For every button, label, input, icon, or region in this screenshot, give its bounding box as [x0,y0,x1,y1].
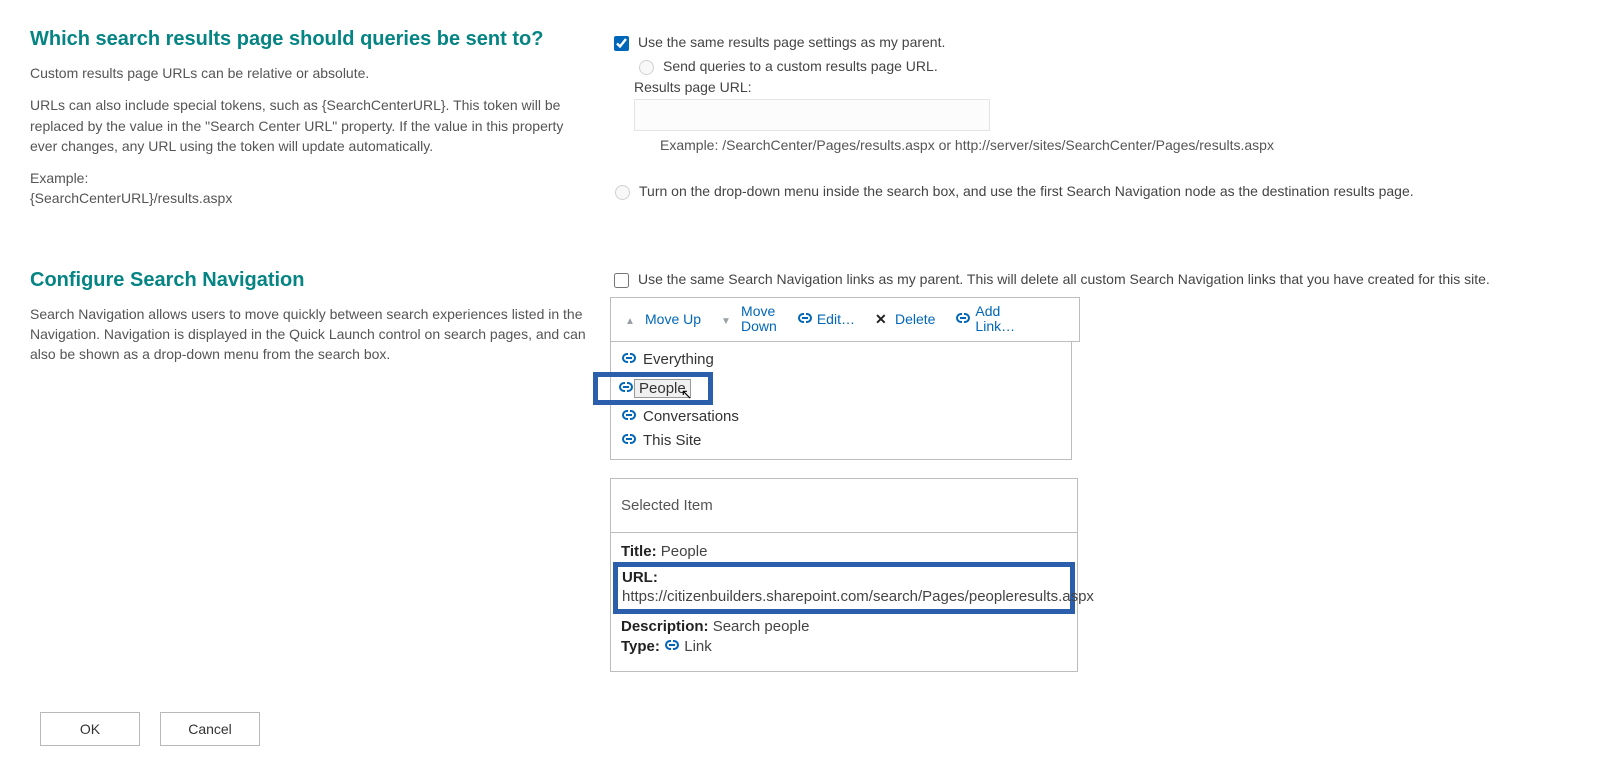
edit-label: Edit… [817,311,855,327]
add-link-button[interactable]: Add Link… [945,300,1025,339]
move-down-label-1: Move [741,304,775,319]
button-row: OK Cancel [30,712,1570,746]
selected-url-value: https://citizenbuilders.sharepoint.com/s… [622,588,1066,605]
results-url-example: Example: /SearchCenter/Pages/results.asp… [660,137,1570,153]
use-parent-nav-checkbox[interactable] [614,273,629,288]
link-icon [621,407,637,427]
move-down-label-2: Down [741,319,777,334]
selected-desc-value: Search people [713,618,810,635]
move-up-button[interactable]: Move Up [615,307,711,331]
selected-type-row: Type: Link [621,637,1067,657]
move-up-label: Move Up [645,311,701,327]
selected-type-label: Type: [621,638,660,655]
use-parent-nav-label: Use the same Search Navigation links as … [638,271,1490,287]
selected-item-panel: Selected Item Title: People URL: https:/… [610,478,1078,672]
selected-desc-row: Description: Search people [621,618,1067,635]
add-link-label-2: Link… [975,319,1015,334]
results-page-section: Which search results page should queries… [30,10,1570,221]
link-icon [797,310,813,329]
results-example-value: {SearchCenterURL}/results.aspx [30,188,590,208]
edit-button[interactable]: Edit… [787,306,865,333]
selected-desc-label: Description: [621,618,709,635]
nav-item-label: Everything [643,351,714,368]
annotation-people-selection: People ↖ [593,372,713,405]
dropdown-nav-label: Turn on the drop-down menu inside the se… [639,183,1414,199]
x-icon [875,311,891,327]
cancel-button[interactable]: Cancel [160,712,260,746]
results-desc-2: URLs can also include special tokens, su… [30,95,590,156]
link-icon [621,350,637,370]
selected-type-value: Link [684,638,712,655]
search-nav-title: Configure Search Navigation [30,269,590,292]
custom-results-label: Send queries to a custom results page UR… [663,58,938,74]
results-example-label: Example: [30,168,590,188]
custom-results-radio[interactable] [639,60,654,75]
selected-title-row: Title: People [621,543,1067,560]
nav-item-conversations[interactable]: Conversations [611,405,1071,429]
dropdown-nav-radio[interactable] [615,185,630,200]
cursor-icon: ↖ [681,386,693,403]
selected-title-value: People [661,543,708,560]
move-down-button[interactable]: Move Down [711,300,787,339]
nav-item-everything[interactable]: Everything [611,348,1071,372]
delete-label: Delete [895,311,935,327]
delete-button[interactable]: Delete [865,307,945,331]
nav-toolbar: Move Up Move Down Edit… [610,297,1080,342]
link-icon [621,431,637,451]
use-parent-results-checkbox[interactable] [614,36,629,51]
link-icon [955,310,971,329]
results-page-title: Which search results page should queries… [30,28,590,51]
search-nav-desc: Search Navigation allows users to move q… [30,304,590,365]
use-parent-results-label: Use the same results page settings as my… [638,34,945,50]
nav-item-thissite[interactable]: This Site [611,429,1071,453]
nav-list: Everything People ↖ [610,342,1072,460]
link-icon [664,640,684,657]
ok-button[interactable]: OK [40,712,140,746]
search-navigation-section: Configure Search Navigation Search Navig… [30,251,1570,672]
selected-url-label: URL: [622,569,658,586]
link-icon [618,379,634,398]
results-desc-1: Custom results page URLs can be relative… [30,63,590,83]
arrow-down-icon [721,311,737,327]
selected-item-header: Selected Item [610,478,1078,533]
annotation-url-highlight: URL: https://citizenbuilders.sharepoint.… [613,562,1075,614]
arrow-up-icon [625,311,641,327]
nav-item-label: This Site [643,432,701,449]
add-link-label-1: Add [975,304,1000,319]
results-url-label: Results page URL: [634,79,1570,95]
selected-title-label: Title: [621,543,657,560]
nav-item-label: Conversations [643,408,739,425]
results-url-input[interactable] [634,99,990,131]
